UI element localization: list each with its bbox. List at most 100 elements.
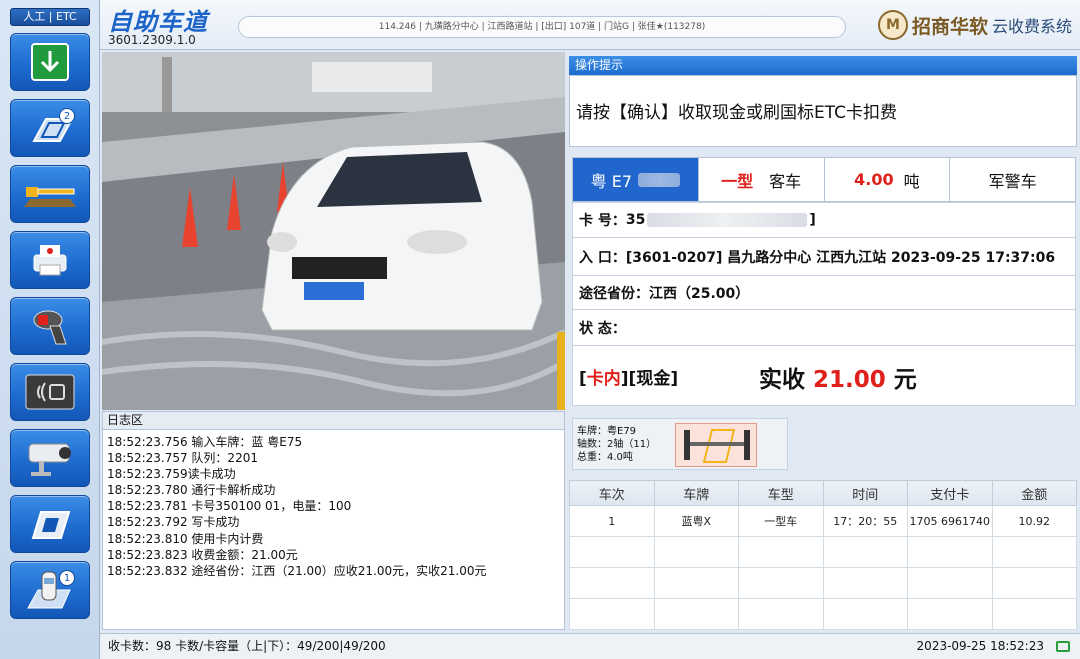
payment-bracket: [ — [579, 369, 587, 389]
log-line: 18:52:23.781 卡号350100 01，电量：100 — [107, 499, 352, 514]
card-number-suffix: ] — [809, 212, 816, 228]
axle-weight: 总重：4.0吨 — [577, 452, 633, 463]
table-row[interactable]: 1 蓝粤X 一型车 17：20：55 1705 6961740 10.92 — [569, 505, 1077, 537]
log-line: 18:52:23.832 途经省份：江西（21.00）应收21.00元，实收21… — [107, 563, 487, 578]
plate-number: 粤 E7 — [573, 158, 699, 201]
brand-name: 招商华软 — [911, 15, 988, 38]
vehicle-lane-button[interactable]: 1 — [10, 561, 90, 619]
log-line: 18:52:23.810 使用卡内计费 — [107, 531, 264, 546]
barrier-control-button[interactable] — [10, 165, 90, 223]
special-vehicle-button[interactable]: 军警车 — [950, 158, 1075, 201]
payment-card-type: 卡内 — [586, 369, 621, 389]
printer-icon — [33, 245, 67, 276]
card-icon — [31, 511, 71, 539]
axle-diagram — [675, 423, 757, 467]
status-row: 状 态： — [572, 310, 1076, 346]
payment-row: [卡内][现金] 实收 21.00 元 — [572, 346, 1076, 406]
plate-mask — [638, 172, 681, 187]
card-number-prefix: 35 — [625, 212, 646, 228]
version-label: 3601.2309.1.0 — [108, 33, 196, 47]
provinces-value: 江西（25.00） — [649, 285, 750, 302]
entry-row: 入 口： [3601-0207] 昌九路分中心 江西九江站 2023-09-25… — [572, 238, 1076, 276]
cell-trip: 1 — [569, 505, 655, 537]
network-status-icon — [1056, 641, 1070, 652]
sidebar: 人工 | ETC 2 1 — [0, 0, 100, 659]
tips-title: 操作提示 — [569, 56, 1077, 75]
print-receipt-button[interactable] — [10, 231, 90, 289]
transactions-table: 车次 车牌 车型 时间 支付卡 金额 1 蓝粤X 一型车 17：20：55 17… — [569, 480, 1077, 630]
station-info-bar: 114.246 | 九璜路分中心 | 江西路道站 | [出口] 107道 | 门… — [238, 16, 846, 38]
payment-cash: ][现金] — [620, 369, 679, 389]
camera-image — [102, 52, 565, 410]
payment-amount: 实收 21.00 元 — [759, 360, 917, 394]
weight-value: 4.00 — [854, 170, 894, 189]
log-line: 18:52:23.757 队列：2201 — [107, 451, 258, 466]
cell-card: 1705 6961740 — [907, 505, 993, 537]
plate-text: 粤 E7 — [590, 171, 633, 191]
lane-queue-button[interactable]: 2 — [10, 99, 90, 157]
camera-icon — [28, 443, 71, 476]
cell-time: 17：20：55 — [822, 505, 908, 537]
brand: M 招商华软 云收费系统 — [877, 10, 1072, 40]
col-card: 支付卡 — [907, 480, 993, 506]
status-label: 状 态： — [579, 320, 626, 337]
axle-count: 轴数：2轴（11） — [577, 439, 657, 450]
entry-value: [3601-0207] 昌九路分中心 江西九江站 2023-09-25 17:3… — [625, 249, 1056, 266]
card-number-row: 卡 号： 35 ] — [572, 202, 1076, 238]
card-number-mask — [647, 213, 808, 227]
col-trip: 车次 — [569, 480, 655, 506]
vehicle-weight: 4.00 吨 — [825, 158, 951, 201]
card-reader-icon — [25, 374, 75, 410]
vehicle-class-level: 一型 — [721, 171, 754, 191]
barrier-icon — [24, 187, 76, 207]
status-bar: 收卡数：98 卡数/卡容量（上|下）：49/200|49/200 2023-09… — [100, 633, 1080, 659]
amount-unit: 元 — [885, 367, 917, 393]
vehicle-class-type: 客车 — [769, 171, 802, 191]
card-reader-button[interactable] — [10, 363, 90, 421]
card-capacity-status: 收卡数：98 卡数/卡容量（上|下）：49/200|49/200 — [108, 639, 386, 653]
log-line: 18:52:23.756 输入车牌：蓝 粤E75 — [107, 435, 303, 449]
card-number-label: 卡 号： — [579, 213, 626, 229]
log-line: 18:52:23.780 通行卡解析成功 — [107, 483, 276, 498]
axle-info-text: 车牌：粤E79 轴数：2轴（11） 总重：4.0吨 — [577, 425, 656, 464]
tips-message: 请按【确认】收取现金或刷国标ETC卡扣费 — [569, 75, 1077, 147]
col-amount: 金额 — [991, 480, 1077, 506]
vehicle-count-badge: 1 — [59, 570, 75, 586]
camera-button[interactable] — [10, 429, 90, 487]
table-row — [569, 567, 1077, 599]
vehicle-class: 一型 客车 — [699, 158, 825, 201]
header: 自助车道 3601.2309.1.0 114.246 | 九璜路分中心 | 江西… — [100, 0, 1080, 50]
arrow-down-icon — [31, 43, 69, 81]
axle-info-box: 车牌：粤E79 轴数：2轴（11） 总重：4.0吨 — [572, 418, 788, 470]
table-row — [569, 536, 1077, 568]
cell-amount: 10.92 — [991, 505, 1077, 537]
axle-plate: 车牌：粤E79 — [577, 426, 637, 437]
table-row — [569, 598, 1077, 630]
provinces-label: 途径省份： — [579, 285, 649, 302]
camera-feed — [102, 52, 565, 410]
cell-type: 一型车 — [738, 505, 824, 537]
entry-label: 入 口： — [579, 249, 626, 266]
provinces-row: 途径省份： 江西（25.00） — [572, 276, 1076, 310]
brand-subtitle: 云收费系统 — [991, 17, 1072, 36]
log-title: 日志区 — [102, 411, 565, 430]
col-plate: 车牌 — [653, 480, 739, 506]
amount-value: 21.00 — [813, 367, 886, 393]
col-type: 车型 — [738, 480, 824, 506]
cell-plate: 蓝粤X — [653, 505, 739, 537]
axle-diagram-icon — [684, 429, 750, 463]
amount-label: 实收 — [759, 367, 814, 393]
log-line: 18:52:23.823 收费金额：21.00元 — [107, 547, 298, 562]
brand-logo-icon: M — [877, 10, 908, 40]
log-panel: 18:52:23.756 输入车牌：蓝 粤E75 18:52:23.757 队列… — [102, 430, 565, 630]
log-line: 18:52:23.759读卡成功 — [107, 467, 236, 482]
col-time: 时间 — [822, 480, 908, 506]
app-title: 自助车道 — [108, 8, 208, 36]
raise-barrier-button[interactable] — [10, 33, 90, 91]
mode-switch[interactable]: 人工 | ETC — [10, 8, 90, 26]
scanner-button[interactable] — [10, 297, 90, 355]
vehicle-info-row: 粤 E7 一型 客车 4.00 吨 军警车 — [572, 157, 1076, 202]
barcode-scanner-icon — [33, 310, 67, 345]
log-line: 18:52:23.792 写卡成功 — [107, 515, 240, 530]
card-slot-button[interactable] — [10, 495, 90, 553]
